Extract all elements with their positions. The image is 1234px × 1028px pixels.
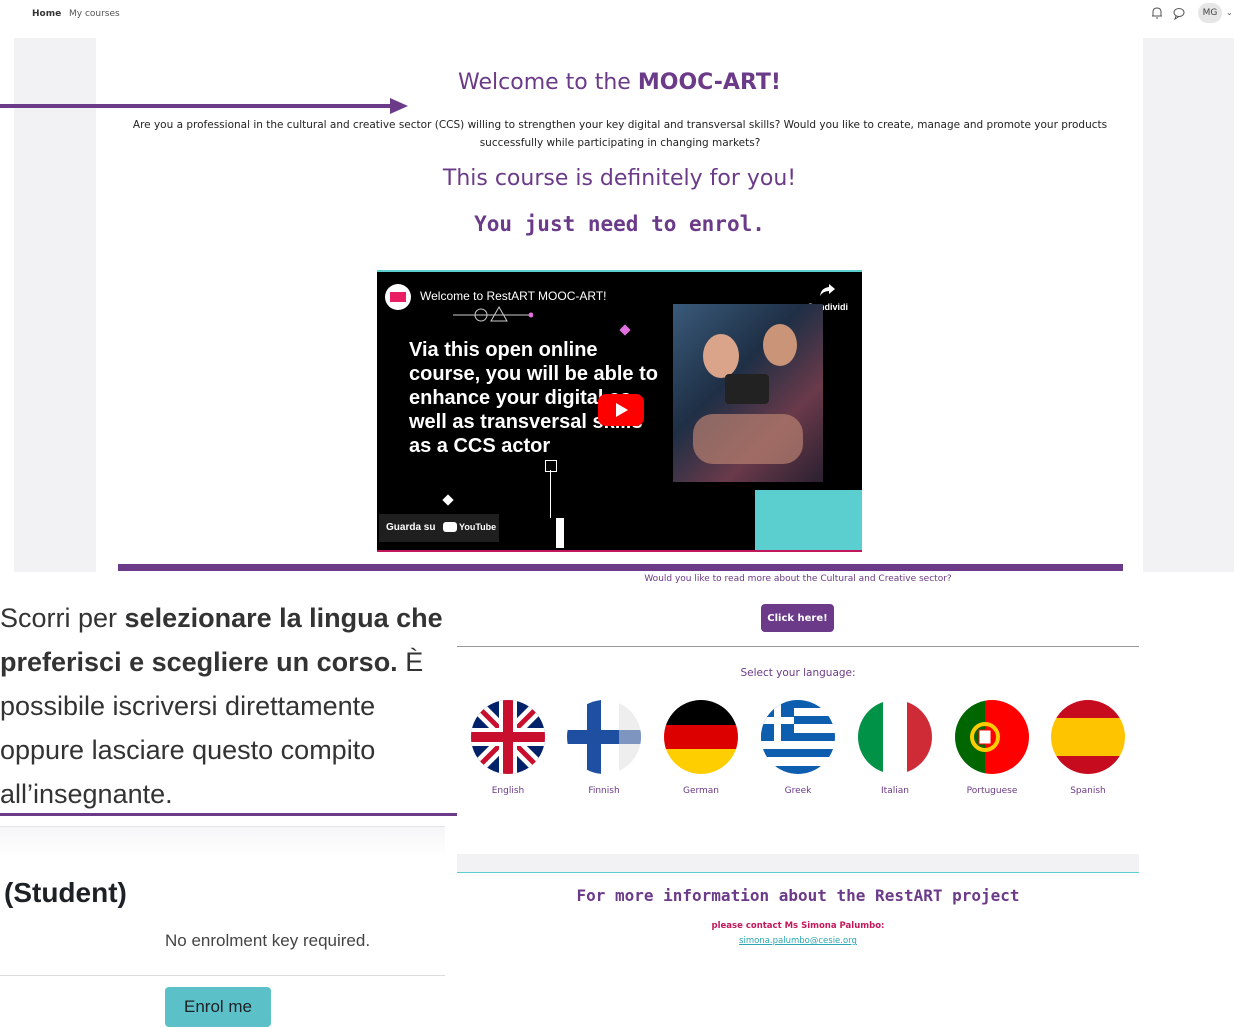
language-label-german[interactable]: German bbox=[664, 786, 738, 796]
welcome-title: Welcome to the MOOC-ART! bbox=[96, 70, 1143, 95]
overlay-text-part: Scorri per bbox=[0, 603, 125, 633]
read-more-text: Would you like to read more about the Cu… bbox=[644, 574, 952, 584]
chevron-down-icon[interactable]: ⌄ bbox=[1226, 8, 1233, 17]
enrolment-title: (Student) bbox=[4, 877, 127, 908]
overlay-underline bbox=[0, 813, 457, 816]
pink-diamond-icon bbox=[619, 324, 631, 336]
language-label-spanish[interactable]: Spanish bbox=[1051, 786, 1125, 796]
photo-person bbox=[763, 324, 797, 366]
finland-flag-icon[interactable] bbox=[567, 700, 641, 774]
language-label-italian[interactable]: Italian bbox=[858, 786, 932, 796]
share-icon[interactable] bbox=[817, 282, 837, 298]
decorative-line bbox=[550, 470, 551, 518]
decorative-bar bbox=[556, 518, 564, 548]
click-here-button[interactable]: Click here! bbox=[761, 604, 834, 632]
language-label-portuguese[interactable]: Portuguese bbox=[955, 786, 1029, 796]
welcome-title-bold: MOOC-ART! bbox=[637, 70, 781, 95]
annotation-arrow-icon bbox=[0, 104, 392, 108]
watch-on-youtube-button[interactable]: Guarda su YouTube bbox=[379, 514, 499, 542]
divider bbox=[457, 646, 1139, 647]
info-band bbox=[457, 854, 1139, 873]
contact-email-link[interactable]: simona.palumbo@cesie.org bbox=[457, 936, 1139, 946]
user-avatar[interactable]: MG bbox=[1198, 3, 1222, 23]
select-language-label: Select your language: bbox=[740, 667, 856, 679]
annotation-arrowhead-icon bbox=[390, 98, 408, 114]
decorative-shapes-icon bbox=[453, 305, 533, 322]
video-title[interactable]: Welcome to RestART MOOC-ART! bbox=[420, 289, 607, 303]
contact-text: please contact Ms Simona Palumbo: bbox=[711, 921, 885, 931]
bell-icon[interactable] bbox=[1150, 6, 1164, 20]
self-enrolment-panel: (Student) No enrolment key required. Enr… bbox=[0, 826, 445, 1028]
intro-paragraph: Are you a professional in the cultural a… bbox=[132, 119, 1108, 149]
divider bbox=[0, 975, 445, 976]
decorative-square-icon bbox=[545, 460, 557, 472]
uk-flag-icon[interactable] bbox=[471, 700, 545, 774]
photo-hands bbox=[693, 414, 803, 464]
greece-flag-icon[interactable] bbox=[761, 700, 835, 774]
channel-logo-mark bbox=[390, 292, 406, 302]
language-label-finnish[interactable]: Finnish bbox=[567, 786, 641, 796]
photo-person bbox=[703, 334, 739, 378]
youtube-play-icon bbox=[443, 522, 457, 532]
youtube-wordmark: YouTube bbox=[459, 522, 497, 532]
play-icon bbox=[616, 403, 628, 417]
enrol-heading: You just need to enrol. bbox=[474, 212, 765, 236]
play-button[interactable] bbox=[598, 394, 644, 426]
section-divider-bar bbox=[118, 564, 1123, 571]
channel-logo[interactable] bbox=[385, 284, 411, 310]
germany-flag-icon[interactable] bbox=[664, 700, 738, 774]
language-label-english[interactable]: English bbox=[471, 786, 545, 796]
decorative-block bbox=[755, 490, 862, 550]
nav-home-link[interactable]: Home bbox=[32, 9, 61, 19]
italy-flag-icon[interactable] bbox=[858, 700, 932, 774]
enrol-me-button[interactable]: Enrol me bbox=[165, 987, 271, 1027]
welcome-title-prefix: Welcome to the bbox=[458, 70, 638, 95]
portugal-flag-icon[interactable] bbox=[955, 700, 1029, 774]
white-diamond-icon bbox=[442, 494, 454, 506]
top-navbar: Home My courses MG ⌄ bbox=[0, 0, 1234, 28]
chat-icon[interactable] bbox=[1172, 6, 1186, 20]
course-for-you-heading: This course is definitely for you! bbox=[442, 166, 797, 191]
youtube-video-embed[interactable]: Welcome to RestART MOOC-ART! Condividi V… bbox=[377, 270, 862, 552]
spain-flag-icon[interactable] bbox=[1051, 700, 1125, 774]
instruction-overlay-text: Scorri per selezionare la lingua che pre… bbox=[0, 596, 460, 816]
video-thumbnail-photo bbox=[673, 304, 823, 482]
photo-camera bbox=[725, 374, 769, 404]
nav-my-courses-link[interactable]: My courses bbox=[69, 9, 120, 19]
no-enrolment-key-text: No enrolment key required. bbox=[165, 931, 371, 950]
language-label-greek[interactable]: Greek bbox=[761, 786, 835, 796]
more-info-heading: For more information about the RestART p… bbox=[576, 886, 1020, 905]
watch-on-label: Guarda su bbox=[386, 522, 436, 533]
